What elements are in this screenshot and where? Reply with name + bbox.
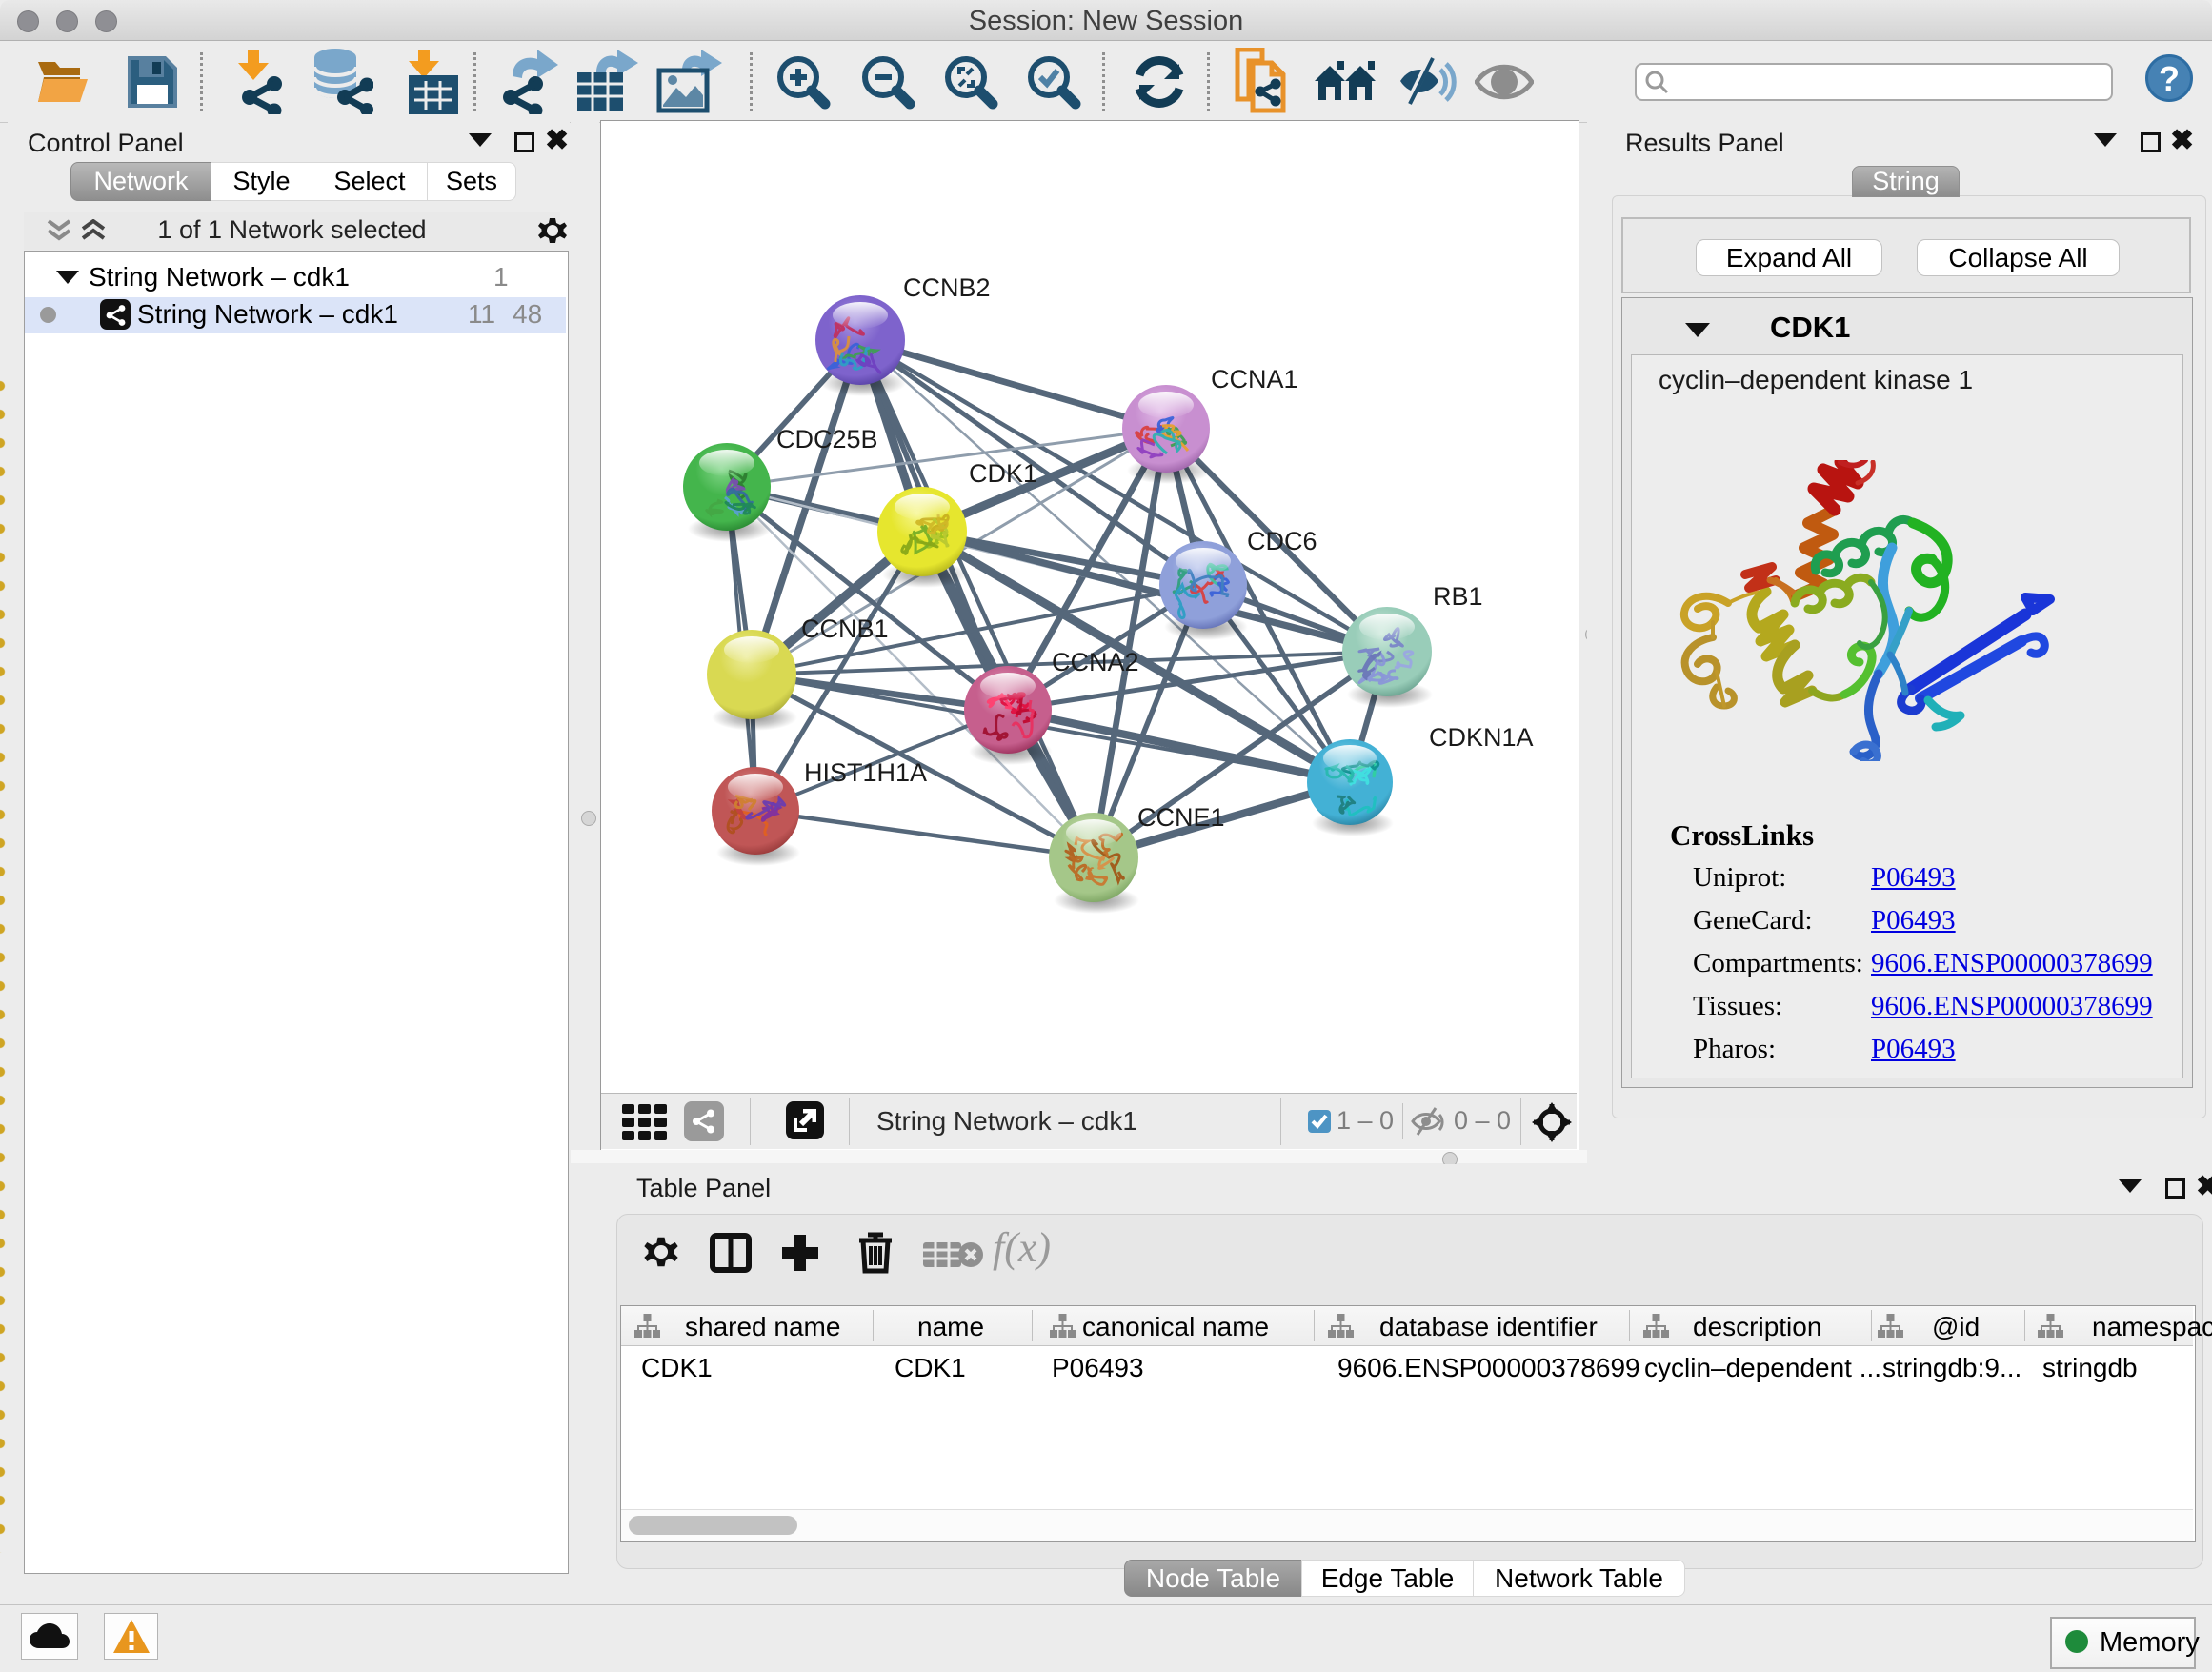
- svg-text:CCNA2: CCNA2: [1052, 648, 1139, 676]
- svg-text:CDKN1A: CDKN1A: [1429, 723, 1534, 752]
- svg-text:CDC6: CDC6: [1247, 527, 1317, 555]
- svg-text:CCNE1: CCNE1: [1137, 803, 1225, 832]
- svg-text:CCNB2: CCNB2: [903, 273, 991, 302]
- svg-text:CCNB1: CCNB1: [801, 614, 889, 643]
- svg-text:RB1: RB1: [1433, 582, 1483, 611]
- svg-text:CCNA1: CCNA1: [1211, 365, 1298, 393]
- svg-text:HIST1H1A: HIST1H1A: [804, 758, 927, 787]
- svg-text:CDK1: CDK1: [969, 459, 1037, 488]
- svg-text:CDC25B: CDC25B: [776, 425, 878, 453]
